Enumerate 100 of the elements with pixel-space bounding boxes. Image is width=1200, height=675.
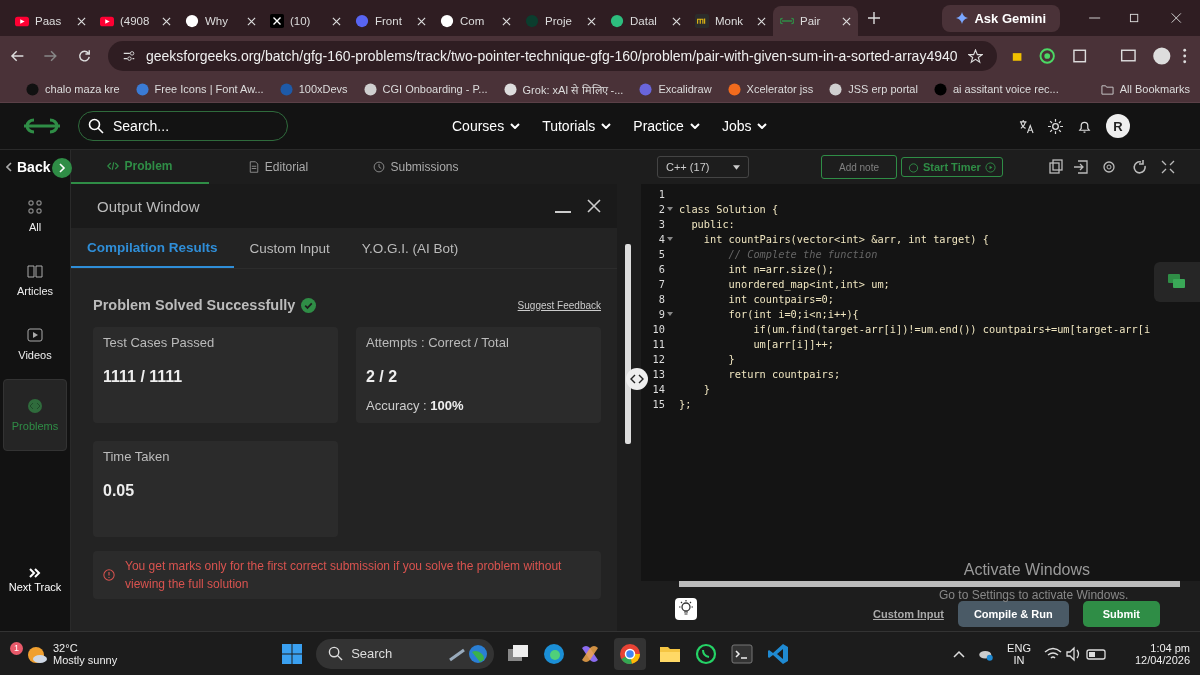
next-track-button[interactable]: Next Track — [8, 560, 62, 601]
browser-tab[interactable]: Datal — [603, 6, 688, 36]
sidebar-item[interactable]: All — [4, 187, 66, 245]
whatsapp-icon[interactable] — [694, 641, 719, 666]
nav-menu[interactable]: Tutorials — [542, 118, 596, 134]
close-icon[interactable] — [77, 16, 86, 26]
nav-menu[interactable]: Courses — [452, 118, 505, 134]
tab-title: Monk — [715, 15, 745, 27]
site-settings-icon[interactable] — [121, 49, 136, 63]
close-icon[interactable] — [587, 16, 596, 26]
star-icon[interactable] — [967, 48, 983, 64]
submit-button[interactable]: Submit — [1082, 601, 1160, 627]
close-icon[interactable] — [417, 16, 426, 26]
book-icon — [27, 263, 43, 279]
close-icon[interactable] — [842, 16, 851, 26]
bookmark[interactable]: CGI Onboarding - P... — [363, 82, 488, 96]
close-icon[interactable] — [672, 16, 681, 26]
sidebar-item[interactable]: Problems — [3, 379, 67, 451]
chevron-down-icon[interactable] — [510, 123, 521, 129]
browser-tab[interactable]: Monk — [688, 6, 773, 36]
nav-menu[interactable]: Jobs — [721, 118, 752, 134]
bookmark[interactable]: Xcelerator jss — [727, 82, 814, 96]
bookmark[interactable]: Excalidraw — [639, 82, 712, 96]
browser-tab[interactable]: Why — [178, 6, 263, 36]
browser-tab[interactable]: Paas — [8, 6, 93, 36]
browser-tab[interactable]: Front — [348, 6, 433, 36]
problem-tab[interactable]: Editorial — [209, 150, 347, 184]
back-button[interactable]: Back — [0, 150, 51, 184]
windows-start-icon[interactable] — [280, 641, 305, 666]
close-icon[interactable] — [757, 16, 766, 26]
bookmark[interactable]: Grok: xAI से मिलिए -... — [503, 81, 624, 97]
add-note-button[interactable]: Add note — [821, 155, 897, 179]
edge-icon[interactable] — [542, 641, 567, 666]
language-dropdown[interactable]: C++ (17) — [657, 156, 749, 178]
feedback-link[interactable]: Suggest Feedback — [517, 299, 601, 311]
new-tab-icon[interactable] — [868, 12, 880, 24]
bookmark[interactable]: chalo maza kre — [26, 82, 120, 96]
custom-input-link[interactable]: Custom Input — [873, 608, 944, 620]
browser-tab[interactable]: Proje — [518, 6, 603, 36]
all-bookmarks[interactable]: All Bookmarks — [1100, 82, 1190, 96]
browser-tab[interactable]: (10) — [263, 6, 348, 36]
nav-menu[interactable]: Practice — [633, 118, 684, 134]
close-icon[interactable] — [502, 16, 511, 26]
terminal-icon[interactable] — [730, 641, 755, 666]
resize-handle[interactable] — [626, 368, 648, 390]
sidebar-item[interactable]: Videos — [4, 315, 66, 373]
chevron-down-icon[interactable] — [757, 123, 768, 129]
fold-icon[interactable] — [667, 311, 673, 316]
taskbar-search-field[interactable]: Search — [316, 638, 495, 669]
sidebar-item[interactable]: Articles — [4, 251, 66, 309]
close-icon[interactable] — [332, 16, 341, 26]
region-indicator[interactable]: IN — [1013, 653, 1025, 666]
bookmark[interactable]: Free Icons | Font Aw... — [135, 82, 264, 96]
output-tab[interactable]: Y.O.G.I. (AI Bot) — [345, 228, 475, 268]
problem-tab[interactable]: Submissions — [347, 150, 485, 184]
vscode-icon[interactable] — [766, 641, 791, 666]
chat-icon[interactable] — [1154, 262, 1200, 302]
tab-favicon-icon — [270, 14, 284, 28]
bookmark[interactable]: JSS erp portal — [829, 82, 918, 96]
chevron-up-icon[interactable] — [953, 649, 966, 658]
scrollbar[interactable] — [679, 581, 1180, 587]
fold-icon[interactable] — [667, 206, 673, 211]
code-editor[interactable] — [641, 184, 1200, 581]
fold-icon[interactable] — [667, 236, 673, 241]
close-icon[interactable] — [162, 16, 171, 26]
chevron-down-icon[interactable] — [689, 123, 700, 129]
bookmark[interactable]: ai assitant voice rec... — [933, 82, 1059, 96]
tab-title: (4908 — [120, 15, 151, 27]
browser-tab[interactable]: (4908 — [93, 6, 178, 36]
browser-tab[interactable]: Com — [433, 6, 518, 36]
search-field[interactable]: Search... — [78, 111, 288, 141]
language-indicator[interactable]: ENG — [1007, 641, 1031, 654]
output-tab[interactable]: Custom Input — [233, 228, 346, 268]
chrome-icon[interactable] — [614, 637, 647, 670]
chevron-down-icon[interactable] — [601, 123, 612, 129]
gemini-button[interactable]: Ask Gemini — [942, 4, 1060, 32]
tab-title: Com — [460, 15, 486, 27]
check-icon — [301, 297, 317, 313]
system-tray-icons[interactable] — [1042, 644, 1109, 663]
success-message: Problem Solved Successfully — [93, 297, 296, 313]
output-tab[interactable]: Compilation Results — [71, 228, 234, 268]
caret-icon — [733, 164, 740, 170]
clock-date[interactable]: 12/04/2026 — [1134, 653, 1190, 666]
compile-run-button[interactable]: Compile & Run — [957, 601, 1069, 627]
sun-icon[interactable] — [1048, 118, 1063, 134]
expand-icon[interactable] — [52, 158, 72, 178]
avatar[interactable]: R — [1106, 114, 1130, 138]
stat-value: 1111 / 1111 — [103, 368, 184, 386]
line-number: 11 — [651, 337, 665, 350]
line-number: 9 — [657, 307, 665, 320]
bookmark[interactable]: 100xDevs — [279, 82, 348, 96]
translate-icon[interactable] — [1019, 118, 1034, 134]
close-icon[interactable] — [587, 199, 601, 213]
bulb-icon[interactable] — [675, 598, 697, 620]
start-timer-button[interactable]: Start Timer — [901, 157, 1003, 177]
browser-tab[interactable]: Pair — [773, 6, 858, 36]
close-icon[interactable] — [247, 16, 256, 26]
address-bar[interactable]: geeksforgeeks.org/batch/gfg-160-problems/track/two-pointer-technique-gfg-160/problem/pair-with-given-sum-in-a-sorted-array4940 — [107, 41, 997, 71]
clock-time[interactable]: 1:04 pm — [1150, 641, 1190, 654]
play-icon — [27, 327, 43, 343]
